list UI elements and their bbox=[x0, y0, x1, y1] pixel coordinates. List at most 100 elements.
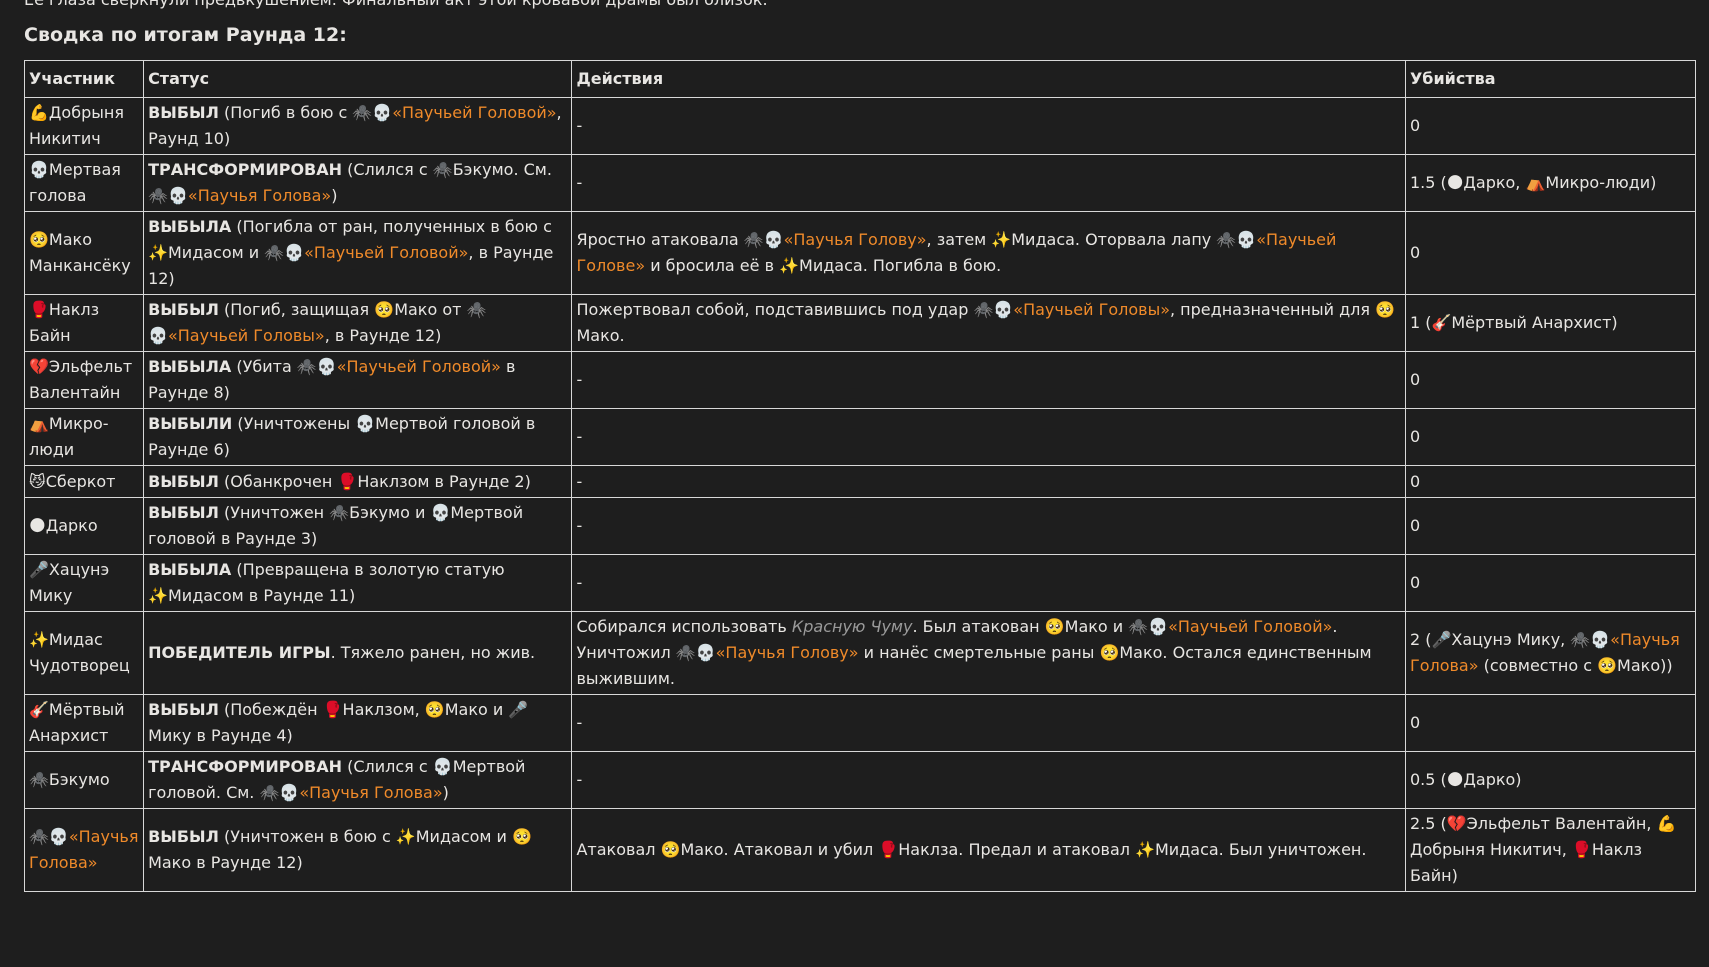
character-link[interactable]: «Паучьей Головой» bbox=[1168, 617, 1332, 636]
actions-cell: - bbox=[571, 554, 1406, 612]
table-body: 💪Добрыня Никитич ВЫБЫЛ (Погиб в бою с 🕷️💀… bbox=[23, 97, 1697, 892]
character-link[interactable]: «Паучья Голову» bbox=[716, 643, 859, 662]
actions-cell: - bbox=[571, 408, 1406, 466]
cell-text: Собирался использовать bbox=[576, 617, 792, 636]
character-link[interactable]: «Паучья Голова» bbox=[188, 186, 331, 205]
status-label: ВЫБЫЛ bbox=[148, 827, 219, 846]
cell-text: 0 bbox=[1409, 427, 1421, 446]
cell-text: - bbox=[576, 770, 583, 789]
status-label: ВЫБЫЛ bbox=[148, 700, 219, 719]
kills-cell: 0.5 (🌑Дарко) bbox=[1404, 751, 1697, 809]
participant-cell: 😼Сберкот bbox=[23, 465, 145, 498]
participant-cell: 🌑Дарко bbox=[23, 497, 145, 555]
column-header-kills: Убийства bbox=[1404, 60, 1697, 98]
actions-cell: - bbox=[571, 497, 1406, 555]
cell-text: ✨ bbox=[29, 630, 49, 649]
table-row: 💔Эльфельт Валентайн ВЫБЫЛА (Убита 🕷️💀«Пау… bbox=[23, 351, 1697, 409]
kills-cell: 0 bbox=[1404, 465, 1697, 498]
intro-text: Её глаза сверкнули предвкушением. Финаль… bbox=[24, 0, 768, 10]
status-label: ВЫБЫЛА bbox=[148, 560, 232, 579]
kills-cell: 1 (🎸Мёртвый Анархист) bbox=[1404, 294, 1697, 352]
status-cell: ВЫБЫЛА (Превращена в золотую статую ✨Мид… bbox=[143, 554, 573, 612]
cell-text: 0 bbox=[1409, 116, 1421, 135]
character-link[interactable]: «Паучьей Головы» bbox=[168, 326, 325, 345]
kills-cell: 0 bbox=[1404, 554, 1697, 612]
cell-text: . Тяжело ранен, но жив. bbox=[330, 643, 536, 662]
cell-text: Сберкот bbox=[45, 471, 116, 491]
participant-cell: ✨Мидас Чудотворец bbox=[23, 611, 145, 695]
kills-cell: 0 bbox=[1404, 351, 1697, 409]
table-row: 🕷️Бэкумо ТРАНСФОРМИРОВАН (Слился с 💀Мертв… bbox=[23, 751, 1697, 809]
cell-text: - bbox=[576, 370, 583, 389]
actions-cell: Атаковал 🥺Мако. Атаковал и убил 🥊Наклза.… bbox=[571, 808, 1406, 892]
actions-cell: - bbox=[571, 154, 1406, 212]
participant-cell: 🕷️💀«Паучья Голова» bbox=[23, 808, 145, 892]
cell-text: 🕷️💀 bbox=[29, 827, 69, 846]
status-cell: ВЫБЫЛ (Погиб, защищая 🥺Мако от 🕷️💀«Паучь… bbox=[143, 294, 573, 352]
cell-text: 0 bbox=[1409, 516, 1421, 535]
cell-text: 1 (🎸Мёртвый Анархист) bbox=[1409, 313, 1618, 332]
cell-text: 0.5 (🌑Дарко) bbox=[1409, 770, 1522, 789]
cell-text: - bbox=[576, 713, 583, 732]
table-row: 😼Сберкот ВЫБЫЛ (Обанкрочен 🥊Наклзом в Рау… bbox=[23, 465, 1697, 498]
kills-cell: 0 bbox=[1404, 211, 1697, 295]
cell-text: - bbox=[576, 516, 583, 535]
participant-cell: 🥊Наклз Байн bbox=[23, 294, 145, 352]
table-row: 🎤Хацунэ Мику ВЫБЫЛА (Превращена в золотую… bbox=[23, 554, 1697, 612]
cell-text: 1.5 (🌑Дарко, ⛺Микро-люди) bbox=[1409, 173, 1657, 192]
cell-text: ) bbox=[442, 783, 449, 802]
status-cell: ТРАНСФОРМИРОВАН (Слился с 💀Мертвой голов… bbox=[143, 751, 573, 809]
kills-cell: 0 bbox=[1404, 497, 1697, 555]
status-cell: ПОБЕДИТЕЛЬ ИГРЫ. Тяжело ранен, но жив. bbox=[143, 611, 573, 695]
kills-cell: 0 bbox=[1404, 97, 1697, 155]
status-cell: ТРАНСФОРМИРОВАН (Слился с 🕷️Бэкумо. См. … bbox=[143, 154, 573, 212]
cell-text: 0 bbox=[1409, 713, 1421, 732]
cell-text: 0 bbox=[1409, 573, 1421, 592]
table-header-row: Участник Статус Действия Убийства bbox=[23, 60, 1697, 98]
summary-table: Участник Статус Действия Убийства 💪Добры… bbox=[23, 60, 1697, 892]
character-link[interactable]: «Паучьей Головой» bbox=[337, 357, 501, 376]
participant-cell: ⛺Микро-люди bbox=[23, 408, 145, 466]
status-cell: ВЫБЫЛ (Обанкрочен 🥊Наклзом в Раунде 2) bbox=[143, 465, 573, 498]
table-row: 🕷️💀«Паучья Голова» ВЫБЫЛ (Уничтожен в бою… bbox=[23, 808, 1697, 892]
cell-text: , в Раунде 12) bbox=[324, 326, 442, 345]
cell-text: Атаковал 🥺Мако. Атаковал и убил 🥊Наклза.… bbox=[576, 840, 1367, 859]
cell-text: - bbox=[576, 173, 583, 192]
cell-text: Красную Чуму bbox=[791, 617, 913, 636]
kills-cell: 2.5 (💔Эльфельт Валентайн, 💪Добрыня Никит… bbox=[1404, 808, 1697, 892]
actions-cell: Яростно атаковала 🕷️💀«Паучья Голову», за… bbox=[571, 211, 1406, 295]
status-cell: ВЫБЫЛ (Уничтожен в бою с ✨Мидасом и 🥺Мак… bbox=[143, 808, 573, 892]
character-link[interactable]: «Паучья Голову» bbox=[784, 230, 927, 249]
character-link[interactable]: «Паучьей Головой» bbox=[304, 243, 468, 262]
table-row: 💪Добрыня Никитич ВЫБЫЛ (Погиб в бою с 🕷️💀… bbox=[23, 97, 1697, 155]
kills-cell: 1.5 (🌑Дарко, ⛺Микро-люди) bbox=[1404, 154, 1697, 212]
character-link[interactable]: «Паучьей Головой» bbox=[392, 103, 556, 122]
status-cell: ВЫБЫЛ (Погиб в бою с 🕷️💀«Паучьей Головой… bbox=[143, 97, 573, 155]
status-label: ТРАНСФОРМИРОВАН bbox=[148, 160, 343, 179]
cell-text: 💔 bbox=[29, 357, 49, 376]
status-cell: ВЫБЫЛ (Побеждён 🥊Наклзом, 🥺Мако и 🎤Мику … bbox=[143, 694, 573, 752]
cell-text: - bbox=[576, 116, 583, 135]
character-link[interactable]: «Паучья Голова» bbox=[299, 783, 442, 802]
table-row: 🎸Мёртвый Анархист ВЫБЫЛ (Побеждён 🥊Наклзо… bbox=[23, 694, 1697, 752]
character-link[interactable]: «Паучьей Головы» bbox=[1013, 300, 1170, 319]
participant-cell: 💪Добрыня Никитич bbox=[23, 97, 145, 155]
status-label: ВЫБЫЛА bbox=[148, 217, 232, 236]
status-cell: ВЫБЫЛА (Погибла от ран, полученных в бою… bbox=[143, 211, 573, 295]
actions-cell: - bbox=[571, 751, 1406, 809]
cell-text: 🎸 bbox=[29, 700, 49, 719]
cell-text: 💀 bbox=[29, 160, 49, 179]
cell-text: 😼 bbox=[29, 471, 46, 491]
status-label: ВЫБЫЛ bbox=[148, 503, 219, 522]
actions-cell: - bbox=[571, 465, 1406, 498]
column-header-participant: Участник bbox=[23, 60, 145, 98]
column-header-actions: Действия bbox=[571, 60, 1406, 98]
cell-text: Яростно атаковала 🕷️💀 bbox=[576, 230, 784, 249]
actions-cell: - bbox=[571, 351, 1406, 409]
status-label: ВЫБЫЛ bbox=[148, 300, 219, 319]
status-cell: ВЫБЫЛА (Убита 🕷️💀«Паучьей Головой» в Рау… bbox=[143, 351, 573, 409]
table-row: 🥊Наклз Байн ВЫБЫЛ (Погиб, защищая 🥺Мако о… bbox=[23, 294, 1697, 352]
kills-cell: 0 bbox=[1404, 694, 1697, 752]
kills-cell: 2 (🎤Хацунэ Мику, 🕷️💀«Паучья Голова» (сов… bbox=[1404, 611, 1697, 695]
cell-text: ⛺ bbox=[29, 414, 49, 433]
